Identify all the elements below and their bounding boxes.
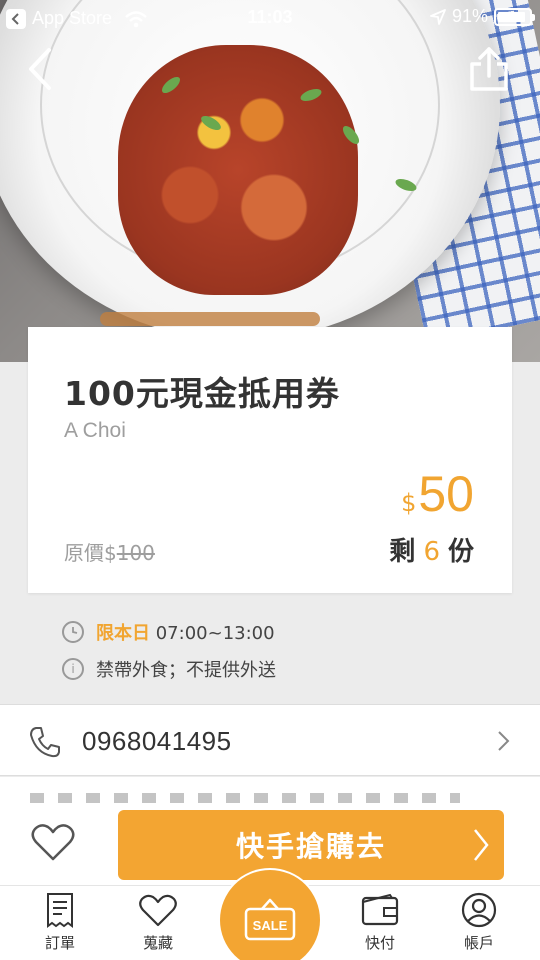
chevron-right-icon: [474, 829, 489, 861]
tab-orders[interactable]: 訂單: [25, 892, 95, 953]
phone-number: 0968041495: [82, 726, 232, 756]
heart-icon: [31, 824, 75, 861]
info-icon: i: [62, 658, 84, 680]
tab-favorites[interactable]: 蒐藏: [123, 892, 193, 953]
wallet-icon: [361, 893, 399, 926]
deal-price: $ 50: [401, 465, 474, 523]
battery-percent: 91%: [451, 6, 488, 26]
share-button[interactable]: [465, 44, 513, 94]
price-currency: $: [401, 489, 417, 517]
sale-label: SALE: [253, 918, 288, 933]
phone-icon: [30, 727, 60, 758]
clock-icon: [62, 621, 84, 643]
tab-orders-label: 訂單: [44, 934, 75, 952]
remaining-number: 6: [423, 537, 440, 567]
original-value: 100: [116, 541, 155, 565]
deal-card: 100元現金抵用券 A Choi $ 50 原價$100 剩6份: [28, 327, 512, 593]
buy-now-button[interactable]: 快手搶購去: [118, 810, 504, 880]
restriction-note: 禁帶外食；不提供外送: [96, 660, 276, 681]
deal-title: 100元現金抵用券: [64, 374, 340, 413]
heart-icon: [139, 894, 177, 927]
tab-quickpay-label: 快付: [364, 934, 395, 952]
original-label: 原價$: [64, 541, 117, 565]
valid-day-label: 限本日: [96, 623, 150, 644]
tab-account[interactable]: 帳戶: [444, 892, 514, 953]
chevron-left-icon: [29, 48, 51, 90]
status-bar: App Store 11:03 91%: [0, 0, 540, 36]
hero-image: [0, 0, 540, 362]
buy-now-label: 快手搶購去: [235, 830, 386, 863]
location-arrow-icon: [430, 8, 446, 25]
phone-row[interactable]: 0968041495: [0, 704, 540, 776]
user-icon: [461, 892, 497, 928]
tab-favorites-label: 蒐藏: [142, 934, 173, 952]
chevron-right-icon: [498, 731, 510, 751]
battery-icon: [494, 7, 535, 26]
valid-time-range: 07:00~13:00: [155, 623, 275, 644]
tab-sale[interactable]: SALE: [220, 870, 320, 960]
remaining-count: 剩6份: [389, 537, 474, 567]
favorite-button[interactable]: [30, 821, 80, 869]
back-button[interactable]: [18, 44, 62, 94]
merchant-name[interactable]: A Choi: [64, 419, 126, 443]
tab-account-label: 帳戶: [463, 934, 494, 952]
valid-time-info: 限本日 07:00~13:00: [62, 619, 275, 645]
address-row: [0, 777, 540, 807]
original-price: 原價$100: [64, 537, 155, 566]
sale-tag-icon: SALE: [244, 898, 296, 941]
receipt-icon: [47, 893, 73, 928]
price-value: 50: [418, 466, 474, 522]
restriction-info: i 禁帶外食；不提供外送: [62, 656, 276, 682]
tab-quickpay[interactable]: 快付: [345, 892, 415, 953]
pasta-dish: [118, 45, 358, 295]
share-icon: [470, 47, 508, 91]
